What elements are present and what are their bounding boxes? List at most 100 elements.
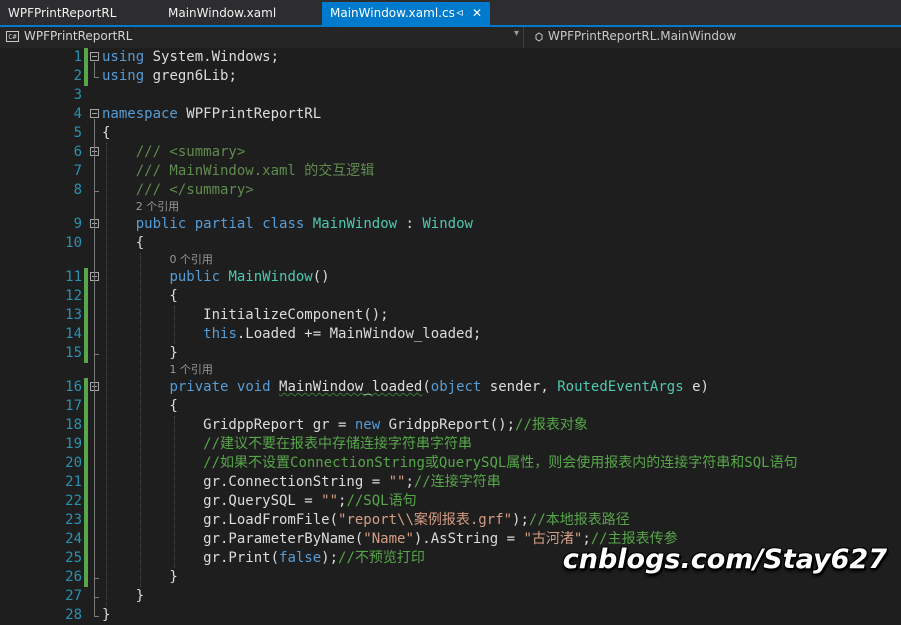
line-number: 3 [73, 87, 82, 103]
code-line[interactable]: 1 using System.Windows; [0, 48, 901, 67]
code-line[interactable]: 16 private void MainWindow_loaded(object… [0, 378, 901, 397]
tab-mainwindow-xaml-cs[interactable]: MainWindow.xaml.cs ⊲ ✕ [322, 2, 490, 25]
collapse-icon[interactable] [90, 109, 99, 118]
code-line[interactable]: 21 gr.ConnectionString = "";//连接字符串 [0, 473, 901, 492]
tab-label: MainWindow.xaml.cs [330, 6, 455, 20]
code-token: "" [388, 474, 406, 490]
code-line[interactable]: 5{ [0, 124, 901, 143]
code-token: gr.ParameterByName( [102, 531, 364, 547]
tab-wpfprintreportrl[interactable]: WPFPrintReportRL [0, 2, 160, 25]
code-token: "report\\案例报表.grf" [338, 512, 513, 528]
code-line[interactable]: 18 GridppReport gr = new GridppReport();… [0, 416, 901, 435]
close-icon[interactable]: ✕ [472, 2, 482, 25]
code-line[interactable]: 6 /// <summary> [0, 143, 901, 162]
code-text: /// <summary> [102, 143, 246, 162]
project-dropdown-label: WPFPrintReportRL [24, 29, 133, 43]
change-marker [84, 378, 88, 397]
line-number: 14 [65, 326, 82, 342]
change-marker [84, 416, 88, 435]
outline-end-tick [94, 354, 99, 355]
code-line[interactable]: 9 public partial class MainWindow : Wind… [0, 215, 901, 234]
member-dropdown[interactable]: WPFPrintReportRL.MainWindow [530, 27, 901, 48]
codelens-reference-count[interactable]: 2 个引用 [0, 199, 901, 214]
code-line[interactable]: 8 /// </summary> [0, 181, 901, 200]
navigation-bar: C# WPFPrintReportRL ▾ WPFPrintReportRL.M… [0, 27, 901, 49]
code-line[interactable]: 17 { [0, 397, 901, 416]
code-line[interactable]: 28} [0, 606, 901, 625]
line-number: 11 [65, 269, 82, 285]
line-number: 16 [65, 379, 82, 395]
change-marker [84, 492, 88, 511]
line-number: 21 [65, 474, 82, 490]
code-text: InitializeComponent(); [102, 306, 388, 325]
code-token: //建议不要在报表中存储连接字符串字符串 [203, 436, 473, 452]
line-number: 7 [73, 163, 82, 179]
change-marker [84, 67, 88, 86]
tab-mainwindow-xaml[interactable]: MainWindow.xaml [160, 2, 322, 25]
indent-guide [139, 253, 141, 587]
pin-icon[interactable]: ⊲ [456, 2, 464, 25]
tab-label: WPFPrintReportRL [8, 6, 117, 20]
code-token: ); [512, 512, 529, 528]
code-token: //不预览打印 [338, 550, 425, 566]
code-line[interactable]: 4 namespace WPFPrintReportRL [0, 105, 901, 124]
code-text: //建议不要在报表中存储连接字符串字符串 [102, 435, 472, 454]
code-line[interactable]: 20 //如果不设置ConnectionString或QuerySQL属性，则会… [0, 454, 901, 473]
code-line[interactable]: 12 { [0, 287, 901, 306]
code-token: void [236, 379, 271, 395]
change-marker [84, 568, 88, 587]
outline-connector [94, 282, 95, 354]
code-line[interactable]: 23 gr.LoadFromFile("report\\案例报表.grf");/… [0, 511, 901, 530]
code-token: Window [422, 216, 473, 232]
collapse-icon[interactable] [90, 52, 99, 61]
code-token: /// </summary> [135, 182, 254, 198]
codelens-reference-count[interactable]: 1 个引用 [0, 362, 901, 377]
code-line[interactable]: 19 //建议不要在报表中存储连接字符串字符串 [0, 435, 901, 454]
code-token: gr.LoadFromFile( [102, 512, 339, 528]
code-editor[interactable]: 1 using System.Windows; 2 using gregn6Lib; 3… [0, 48, 901, 623]
line-number: 26 [65, 569, 82, 585]
change-marker [84, 473, 88, 492]
line-number: 18 [65, 417, 82, 433]
code-token: MainWindow_loaded [279, 379, 423, 395]
line-number: 17 [65, 398, 82, 414]
code-line[interactable]: 3 [0, 86, 901, 105]
outline-connector [94, 392, 95, 578]
line-number: 10 [65, 235, 82, 251]
code-line[interactable]: 2 using gregn6Lib; [0, 67, 901, 86]
code-token: //SQL语句 [346, 493, 417, 509]
code-token: //如果不设置ConnectionString或QuerySQL属性，则会使用报… [203, 455, 798, 471]
code-token: ; [405, 474, 414, 490]
code-token: //本地报表路径 [528, 512, 630, 528]
code-token: ( [422, 379, 431, 395]
chevron-down-icon[interactable]: ▾ [514, 28, 519, 39]
code-line[interactable]: 14 this.Loaded += MainWindow_loaded; [0, 325, 901, 344]
code-token: public [135, 216, 187, 232]
code-line[interactable]: 27 } [0, 587, 901, 606]
code-token: //报表对象 [515, 417, 588, 433]
code-token: gr.Print( [102, 550, 280, 566]
code-line[interactable]: 7 /// MainWindow.xaml 的交互逻辑 [0, 162, 901, 181]
line-number: 13 [65, 307, 82, 323]
indent-guide [173, 416, 175, 568]
class-icon [535, 32, 543, 42]
code-token: .Loaded += MainWindow_loaded; [236, 326, 482, 342]
code-token: e) [683, 379, 709, 395]
code-token: using [102, 68, 145, 84]
code-token: RoutedEventArgs [557, 379, 684, 395]
code-line[interactable]: 10 { [0, 234, 901, 253]
code-token: //连接字符串 [413, 474, 501, 490]
csharp-project-icon: C# [6, 31, 19, 42]
project-dropdown[interactable]: C# WPFPrintReportRL ▾ [0, 27, 524, 48]
code-line[interactable]: 13 InitializeComponent(); [0, 306, 901, 325]
code-line[interactable]: 22 gr.QuerySQL = "";//SQL语句 [0, 492, 901, 511]
line-number: 20 [65, 455, 82, 471]
line-number: 28 [65, 607, 82, 623]
code-text: gr.QuerySQL = "";//SQL语句 [102, 492, 417, 511]
code-token: "" [321, 493, 339, 509]
code-line[interactable]: 11 public MainWindow() [0, 268, 901, 287]
code-line[interactable]: 15 } [0, 344, 901, 363]
codelens-reference-count[interactable]: 0 个引用 [0, 252, 901, 267]
